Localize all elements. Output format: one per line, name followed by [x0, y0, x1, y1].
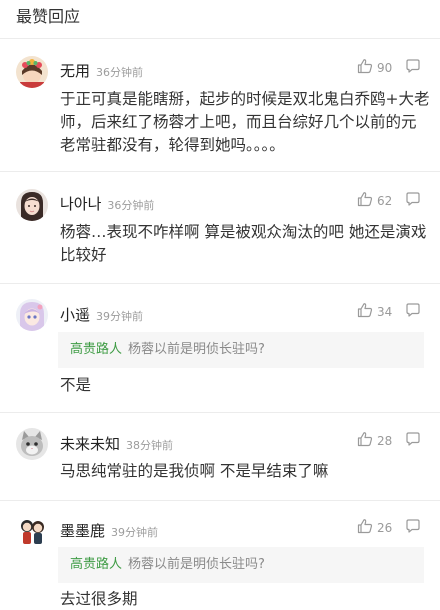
like-count: 62	[377, 194, 393, 208]
thumbs-up-icon[interactable]	[357, 431, 373, 451]
reply-button[interactable]	[405, 191, 421, 211]
comment-text: 马思纯常驻的是我侦啊 不是早结束了嘛	[60, 462, 329, 480]
divider	[0, 38, 440, 39]
like-button[interactable]: 62	[357, 191, 392, 211]
username-text[interactable]: 未来未知	[60, 435, 120, 453]
comment-text: 于正可真是能瞎掰，起步的时候是双北鬼白乔鸥+大老师，后来红了杨蓉才上吧，而且台综…	[60, 90, 430, 154]
username[interactable]: 墨墨鹿 39分钟前	[60, 521, 158, 543]
divider	[0, 171, 440, 172]
comment-bubble-icon[interactable]	[405, 431, 421, 451]
avatar[interactable]	[16, 428, 48, 460]
avatar[interactable]	[16, 299, 48, 331]
avatar[interactable]	[16, 516, 48, 548]
username-text[interactable]: 나아나	[60, 195, 101, 213]
quoted-username[interactable]: 高贵路人	[70, 557, 122, 572]
comment-text: 不是	[60, 376, 92, 394]
quoted-reply[interactable]: 高贵路人 杨蓉以前是明侦长驻吗?	[58, 547, 424, 583]
avatar[interactable]	[16, 189, 48, 221]
timestamp: 39分钟前	[96, 310, 144, 323]
like-count: 34	[377, 305, 393, 319]
like-button[interactable]: 34	[357, 302, 392, 322]
quoted-reply[interactable]: 高贵路人 杨蓉以前是明侦长驻吗?	[58, 332, 424, 368]
quoted-text: 杨蓉以前是明侦长驻吗?	[128, 342, 265, 357]
divider	[0, 283, 440, 284]
reply-button[interactable]	[405, 302, 421, 322]
like-button[interactable]: 90	[357, 58, 392, 78]
comment-text: 去过很多期	[60, 590, 138, 608]
comment-bubble-icon[interactable]	[405, 302, 421, 322]
thumbs-up-icon[interactable]	[357, 58, 373, 78]
reply-button[interactable]	[405, 518, 421, 538]
comment-bubble-icon[interactable]	[405, 58, 421, 78]
comment-bubble-icon[interactable]	[405, 518, 421, 538]
thumbs-up-icon[interactable]	[357, 518, 373, 538]
like-button[interactable]: 26	[357, 518, 392, 538]
quoted-text: 杨蓉以前是明侦长驻吗?	[128, 557, 265, 572]
avatar[interactable]	[16, 56, 48, 88]
thumbs-up-icon[interactable]	[357, 302, 373, 322]
username[interactable]: 小遥 39分钟前	[60, 305, 143, 327]
divider	[0, 500, 440, 501]
like-count: 26	[377, 521, 393, 535]
reply-button[interactable]	[405, 431, 421, 451]
username-text[interactable]: 无用	[60, 62, 90, 80]
thumbs-up-icon[interactable]	[357, 191, 373, 211]
username[interactable]: 나아나 36分钟前	[60, 194, 154, 216]
comment-text: 杨蓉…表现不咋样啊 算是被观众淘汰的吧 她还是演戏比较好	[60, 223, 427, 264]
divider	[0, 412, 440, 413]
timestamp: 39分钟前	[111, 526, 159, 539]
comment-bubble-icon[interactable]	[405, 191, 421, 211]
like-count: 28	[377, 434, 393, 448]
timestamp: 38分钟前	[126, 439, 174, 452]
timestamp: 36分钟前	[107, 199, 155, 212]
username-text[interactable]: 墨墨鹿	[60, 522, 105, 540]
username-text[interactable]: 小遥	[60, 306, 90, 324]
reply-button[interactable]	[405, 58, 421, 78]
like-count: 90	[377, 61, 393, 75]
username[interactable]: 未来未知 38分钟前	[60, 434, 173, 456]
section-title: 最赞回应	[16, 7, 81, 26]
quoted-username[interactable]: 高贵路人	[70, 342, 122, 357]
like-button[interactable]: 28	[357, 431, 392, 451]
timestamp: 36分钟前	[96, 66, 144, 79]
username[interactable]: 无用 36分钟前	[60, 61, 143, 83]
